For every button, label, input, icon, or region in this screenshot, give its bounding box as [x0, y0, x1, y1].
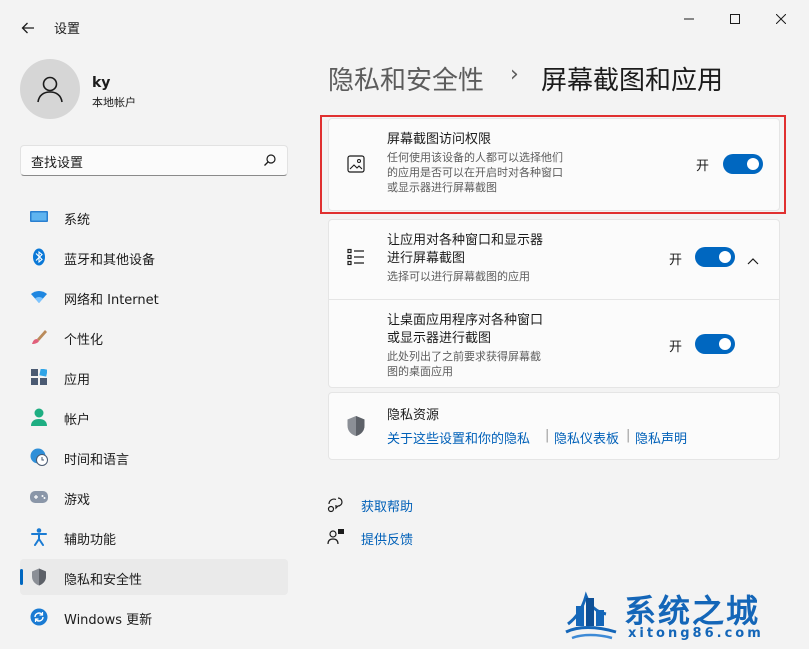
privacy-resources-title: 隐私资源 — [387, 408, 440, 423]
page-title: 屏幕截图和应用 — [541, 66, 724, 96]
privacy-statement-link[interactable]: 隐私声明 — [635, 428, 687, 447]
link-separator: | — [545, 428, 550, 443]
sidebar-item-time-language[interactable]: 时间和语言 — [20, 439, 288, 475]
avatar[interactable] — [20, 59, 80, 119]
apps-icon — [30, 368, 48, 386]
help-icon — [327, 495, 345, 513]
sidebar-item-label: 网络和 Internet — [64, 293, 159, 308]
brush-icon — [30, 328, 48, 346]
setting-description-line: 此处列出了之前要求获得屏幕截 — [387, 350, 541, 363]
about-privacy-link[interactable]: 关于这些设置和你的隐私 — [387, 428, 530, 447]
active-indicator — [20, 569, 23, 585]
sidebar-item-label: 系统 — [64, 213, 91, 228]
get-help-link[interactable]: 获取帮助 — [361, 496, 413, 515]
sidebar-item-label: 游戏 — [64, 493, 91, 508]
user-name: ky — [92, 75, 111, 91]
watermark-url: xitong86.com — [628, 626, 764, 641]
setting-description: 选择可以进行屏幕截图的应用 — [387, 270, 530, 283]
apps-screenshot-toggle[interactable] — [695, 247, 735, 267]
sidebar-item-label: 帐户 — [64, 413, 91, 428]
accessibility-icon — [30, 528, 48, 546]
title-bar: 设置 — [0, 0, 809, 52]
setting-title: 让桌面应用程序对各种窗口 — [387, 313, 544, 328]
account-type: 本地帐户 — [92, 96, 136, 109]
monitor-icon — [30, 208, 48, 226]
sidebar-item-label: 应用 — [64, 373, 91, 388]
breadcrumb-separator: › — [510, 62, 519, 87]
setting-description-line: 图的桌面应用 — [387, 365, 453, 378]
feedback-icon — [327, 528, 345, 546]
privacy-dashboard-link[interactable]: 隐私仪表板 — [554, 428, 619, 447]
sidebar-item-bluetooth[interactable]: 蓝牙和其他设备 — [20, 239, 288, 275]
sidebar-item-label: 隐私和安全性 — [64, 573, 143, 588]
search-icon[interactable] — [263, 153, 277, 167]
maximize-button[interactable] — [712, 6, 758, 32]
sidebar-item-label: 个性化 — [64, 333, 104, 348]
wifi-icon — [30, 288, 48, 306]
sidebar-item-privacy-security[interactable]: 隐私和安全性 — [20, 559, 288, 595]
sidebar-item-system[interactable]: 系统 — [20, 199, 288, 235]
setting-title: 让应用对各种窗口和显示器 — [387, 233, 544, 248]
privacy-resources-card: 隐私资源 关于这些设置和你的隐私 | 隐私仪表板 | 隐私声明 — [328, 392, 780, 460]
highlight-box — [320, 115, 786, 214]
feedback-link[interactable]: 提供反馈 — [361, 529, 413, 548]
divider — [329, 299, 779, 300]
sidebar-item-label: 辅助功能 — [64, 533, 117, 548]
toggle-state-label: 开 — [669, 253, 683, 268]
bluetooth-icon — [30, 248, 48, 266]
update-icon — [30, 608, 48, 626]
sidebar-item-label: 蓝牙和其他设备 — [64, 253, 156, 268]
setting-title: 或显示器进行截图 — [387, 331, 492, 346]
watermark: 系统之城 xitong86.com — [548, 580, 809, 649]
apps-screenshot-card: 让应用对各种窗口和显示器 进行屏幕截图 选择可以进行屏幕截图的应用 开 让桌面应… — [328, 219, 780, 388]
breadcrumb-parent[interactable]: 隐私和安全性 — [328, 60, 484, 97]
minimize-button[interactable] — [666, 6, 712, 32]
setting-title: 进行屏幕截图 — [387, 251, 466, 266]
back-button[interactable] — [14, 14, 42, 42]
close-button[interactable] — [758, 6, 804, 32]
toggle-state-label: 开 — [669, 340, 683, 355]
shield-icon — [30, 568, 48, 586]
person-icon — [30, 408, 48, 426]
link-separator: | — [626, 428, 631, 443]
shield-icon — [345, 415, 367, 437]
maximize-icon — [730, 14, 740, 24]
watermark-logo — [565, 591, 617, 640]
sidebar-item-personalization[interactable]: 个性化 — [20, 319, 288, 355]
person-icon — [37, 76, 63, 103]
sidebar-item-accounts[interactable]: 帐户 — [20, 399, 288, 435]
search-input[interactable]: 查找设置 — [31, 152, 83, 171]
desktop-apps-screenshot-toggle[interactable] — [695, 334, 735, 354]
list-icon — [345, 246, 367, 268]
clock-globe-icon — [30, 448, 48, 466]
sidebar-item-accessibility[interactable]: 辅助功能 — [20, 519, 288, 555]
app-title: 设置 — [54, 22, 81, 37]
sidebar-item-apps[interactable]: 应用 — [20, 359, 288, 395]
sidebar-item-label: Windows 更新 — [64, 613, 153, 628]
minimize-icon — [684, 18, 694, 20]
sidebar-item-label: 时间和语言 — [64, 453, 130, 468]
chevron-up-icon[interactable] — [747, 250, 759, 269]
sidebar-item-windows-update[interactable]: Windows 更新 — [20, 599, 288, 635]
close-icon — [776, 14, 786, 24]
arrow-left-icon — [21, 22, 34, 34]
sidebar-item-gaming[interactable]: 游戏 — [20, 479, 288, 515]
sidebar-item-network[interactable]: 网络和 Internet — [20, 279, 288, 315]
search-box[interactable]: 查找设置 — [20, 145, 288, 176]
gamepad-icon — [30, 488, 48, 506]
